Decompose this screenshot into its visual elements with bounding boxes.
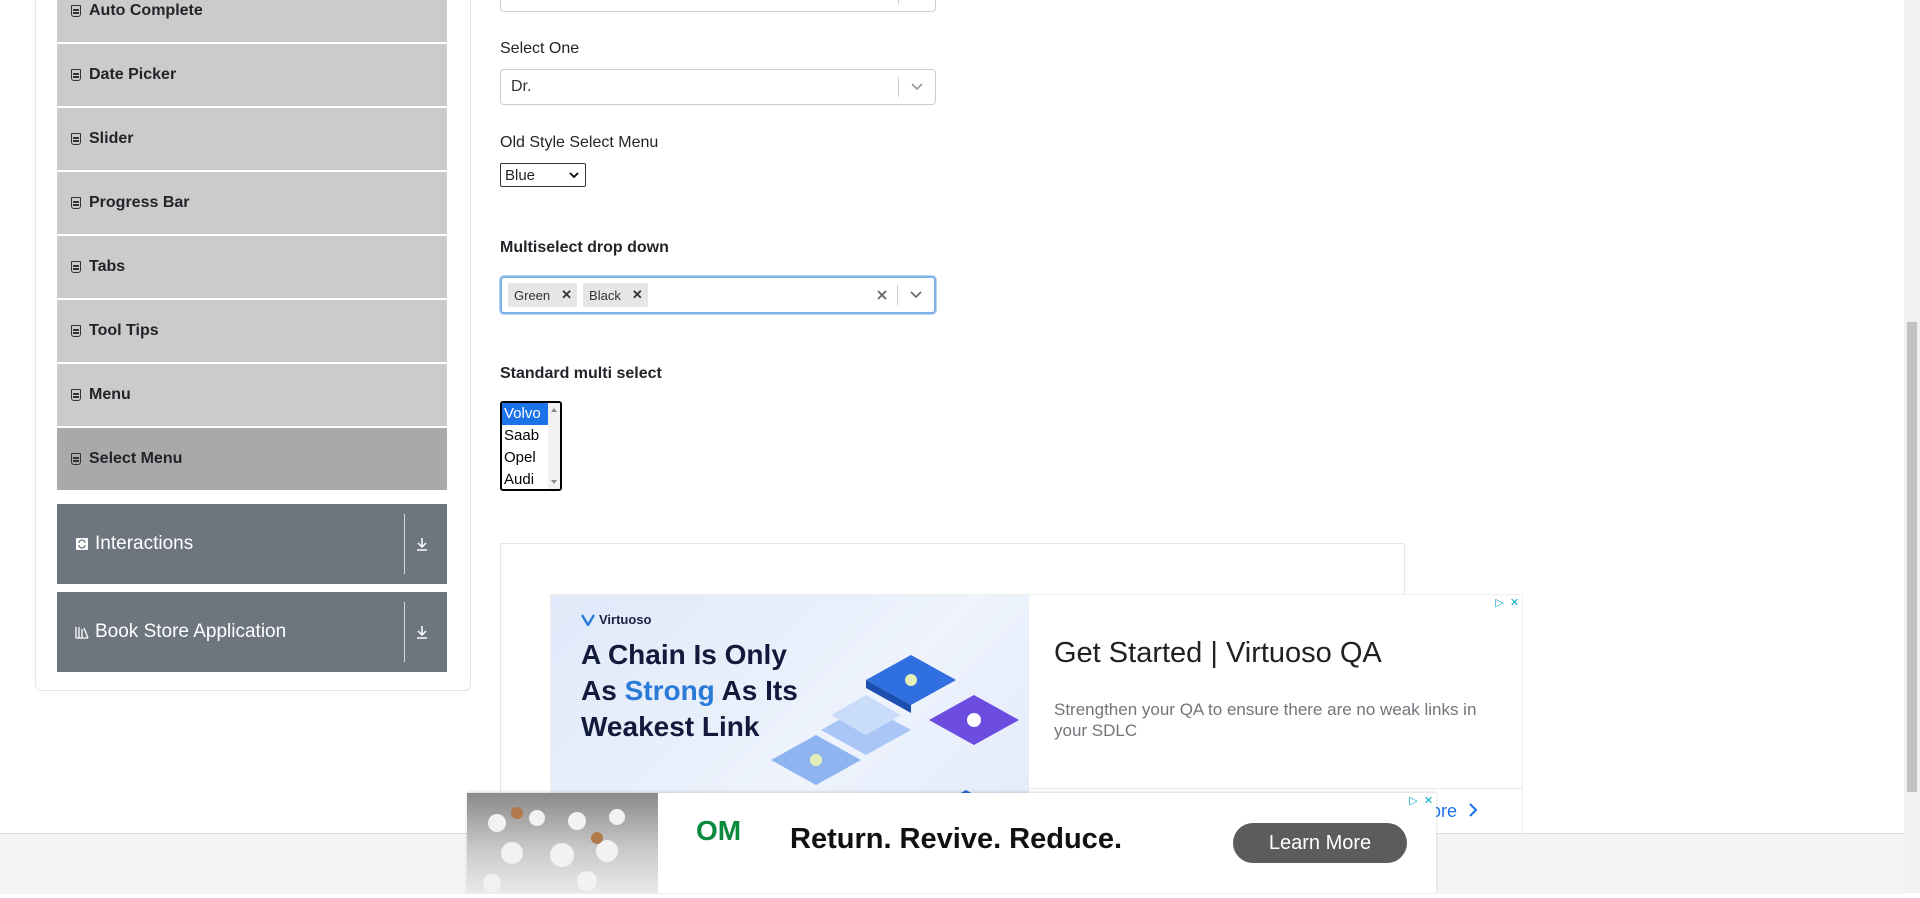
adchoices-icon[interactable]: ▷: [1406, 793, 1421, 808]
select-one-label: Select One: [500, 40, 580, 57]
sidebar-item-label: Progress Bar: [89, 194, 190, 211]
download-arrow-icon: [405, 592, 439, 672]
html-icon: [71, 261, 81, 273]
sidebar-item-label: Menu: [89, 386, 131, 403]
chevron-right-icon: [1469, 803, 1478, 817]
sidebar-item-label: Auto Complete: [89, 2, 203, 19]
interactions-icon: [76, 538, 88, 550]
remove-tag-icon[interactable]: ✕: [556, 287, 577, 303]
ad-choices[interactable]: ▷ ✕: [1406, 793, 1436, 808]
virtuoso-logo-icon: [581, 613, 595, 626]
sidebar-item-auto-complete[interactable]: Auto Complete: [57, 0, 447, 44]
group-header-label: Book Store Application: [95, 621, 287, 642]
multiselect-tag: Black ✕: [583, 283, 648, 307]
download-arrow-icon: [405, 504, 439, 584]
multiselect-tag: Green ✕: [508, 283, 578, 307]
select-one-value: Dr.: [511, 78, 532, 95]
sidebar-item-date-picker[interactable]: Date Picker: [57, 44, 447, 108]
ad-title[interactable]: Get Started | Virtuoso QA: [1054, 637, 1382, 670]
option-audi[interactable]: Audi: [502, 469, 548, 489]
brand-name: Virtuoso: [599, 612, 652, 627]
sidebar-item-tool-tips[interactable]: Tool Tips: [57, 300, 447, 364]
chevron-down-icon[interactable]: [898, 278, 934, 312]
html-icon: [71, 389, 81, 401]
divider: [1029, 788, 1522, 789]
sidebar-item-menu[interactable]: Menu: [57, 364, 447, 428]
group-header-interactions[interactable]: Interactions: [57, 504, 447, 584]
remove-tag-icon[interactable]: ✕: [627, 287, 648, 303]
sidebar-item-label: Slider: [89, 130, 134, 147]
html-icon: [71, 453, 81, 465]
tag-label: Black: [589, 287, 621, 303]
ad-slogan: Return. Revive. Reduce.: [790, 823, 1122, 855]
chevron-down-icon[interactable]: [899, 70, 935, 104]
html-icon: [71, 197, 81, 209]
book-store-icon: [75, 627, 89, 639]
scrollbar[interactable]: [548, 403, 560, 489]
old-style-select-value: Blue: [505, 166, 536, 184]
sidebar-item-label: Date Picker: [89, 66, 177, 83]
clear-icon[interactable]: [867, 278, 897, 312]
select-one-dropdown[interactable]: Dr.: [500, 69, 936, 105]
ad-choices[interactable]: ▷ ✕: [1492, 595, 1522, 610]
learn-more-button[interactable]: Learn More: [1233, 823, 1407, 863]
sidebar-item-slider[interactable]: Slider: [57, 108, 447, 172]
html-icon: [71, 325, 81, 337]
close-ad-icon[interactable]: ✕: [1421, 793, 1436, 808]
sidebar-item-label: Tool Tips: [89, 322, 159, 339]
chevron-down-icon[interactable]: [899, 0, 935, 11]
sidebar-item-label: Tabs: [89, 258, 126, 275]
html-icon: [71, 133, 81, 145]
tag-label: Green: [514, 287, 551, 303]
headline-highlight: Strong: [624, 675, 715, 706]
sidebar-item-progress-bar[interactable]: Progress Bar: [57, 172, 447, 236]
adchoices-icon[interactable]: ▷: [1492, 595, 1507, 610]
ad-more-link[interactable]: ore: [1431, 801, 1478, 822]
elements-menu-list: Auto Complete Date Picker Slider Progres…: [57, 0, 447, 492]
multiselect-value-container: Green ✕ Black ✕: [502, 283, 867, 307]
om-logo-text: OM: [696, 815, 742, 846]
chevron-down-icon: [569, 172, 579, 179]
option-volvo[interactable]: Volvo: [502, 403, 548, 425]
group-header-label: Interactions: [95, 533, 194, 554]
html-icon: [71, 69, 81, 81]
ad-brand: Virtuoso: [581, 612, 652, 627]
old-style-select-label: Old Style Select Menu: [500, 134, 659, 151]
sidebar-item-label: Select Menu: [89, 450, 183, 467]
old-style-select[interactable]: Blue: [500, 163, 586, 187]
select-value-dropdown[interactable]: [500, 0, 936, 12]
standard-multi-select-label: Standard multi select: [500, 365, 662, 382]
om-logo: OM: [696, 817, 741, 845]
multiselect-dropdown[interactable]: Green ✕ Black ✕: [500, 276, 936, 314]
standard-multi-select[interactable]: Volvo Saab Opel Audi: [500, 401, 562, 491]
sidebar-item-select-menu[interactable]: Select Menu: [57, 428, 447, 492]
page-scrollbar[interactable]: [1904, 0, 1920, 893]
group-header-book-store[interactable]: Book Store Application: [57, 592, 447, 672]
ad-description: Strengthen your QA to ensure there are n…: [1054, 700, 1477, 740]
scrollbar-thumb[interactable]: [1907, 322, 1917, 792]
sidebar-item-tabs[interactable]: Tabs: [57, 236, 447, 300]
option-saab[interactable]: Saab: [502, 425, 548, 447]
advertisement-om[interactable]: OM Return. Revive. Reduce. Learn More ▷ …: [467, 793, 1436, 893]
option-opel[interactable]: Opel: [502, 447, 548, 469]
html-icon: [71, 5, 81, 17]
multiselect-label: Multiselect drop down: [500, 239, 669, 256]
sidebar: Auto Complete Date Picker Slider Progres…: [35, 0, 471, 691]
headline-text: As: [581, 675, 625, 706]
close-ad-icon[interactable]: ✕: [1507, 595, 1522, 610]
ad-product-image: [467, 793, 658, 893]
